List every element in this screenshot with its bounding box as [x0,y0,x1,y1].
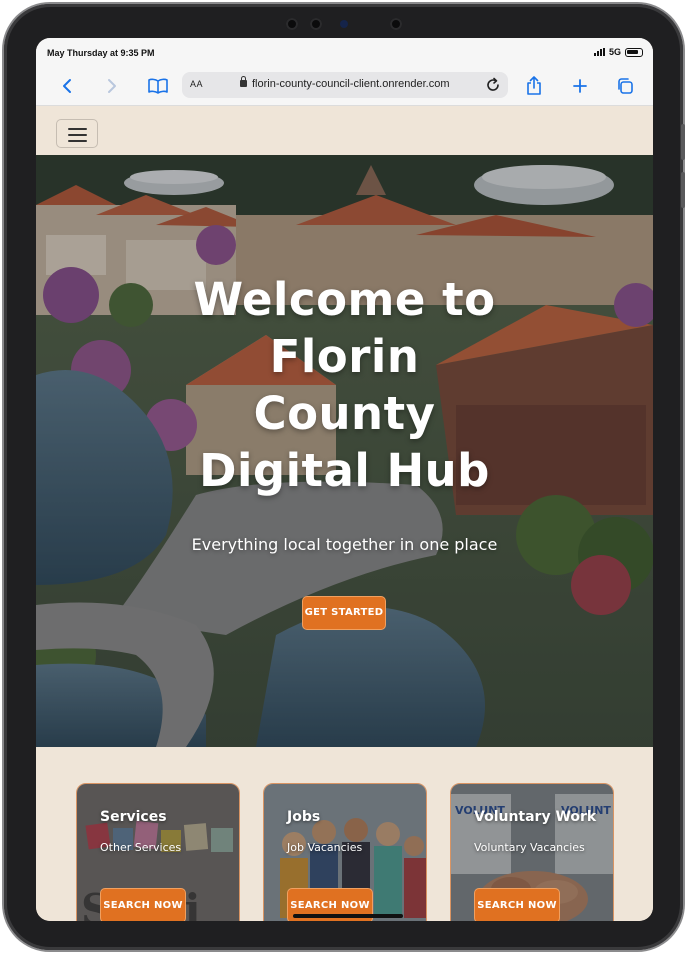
browser-toolbar: AA florin-county-council-client.onrender… [36,66,653,106]
card-jobs[interactable]: Jobs Job Vacancies SEARCH NOW [263,783,427,921]
text-size-button[interactable]: AA [190,79,203,89]
home-indicator[interactable] [293,914,403,918]
share-icon[interactable] [522,74,546,98]
network-label: 5G [608,47,621,57]
hero-title-line: Welcome to [193,273,496,326]
cards-section: Servi Services Other Services SEARCH NOW [36,747,653,921]
sensor-icon [390,18,402,30]
sensor-icon [310,18,322,30]
hero-title: Welcome to Florin County Digital Hub [36,271,653,499]
get-started-button[interactable]: GET STARTED [302,596,386,630]
search-now-button[interactable]: SEARCH NOW [100,888,186,921]
address-bar[interactable]: AA florin-county-council-client.onrender… [182,72,508,98]
bookmarks-icon[interactable] [146,74,170,98]
card-subtitle: Other Services [100,841,182,854]
status-bar: May Thursday at 9:35 PM 5G [36,38,653,66]
card-subtitle: Job Vacancies [287,841,363,854]
lock-icon [240,76,247,87]
volume-button [681,172,685,208]
card-services[interactable]: Servi Services Other Services SEARCH NOW [76,783,240,921]
signal-icon [593,48,605,56]
new-tab-icon[interactable] [568,74,592,98]
card-subtitle: Voluntary Vacancies [474,841,585,854]
card-title: Voluntary Work [474,809,597,825]
card-title: Services [100,809,167,825]
card-voluntary-work[interactable]: VOLUNT VOLUNT Voluntary Work Voluntary V… [450,783,614,921]
hero-subtitle: Everything local together in one place [191,535,498,554]
front-camera-icon [340,20,348,28]
camera-bar [284,15,414,33]
battery-icon [625,47,643,57]
forward-icon[interactable] [100,74,124,98]
hero-title-line: Digital Hub [199,444,490,497]
search-now-button[interactable]: SEARCH NOW [474,888,560,921]
sensor-icon [286,18,298,30]
status-indicators: 5G [593,47,643,57]
hamburger-menu-icon[interactable] [56,119,98,148]
hero-title-line: Florin [269,330,420,383]
status-time: May Thursday at 9:35 PM [47,48,155,58]
hero-title-line: County [253,387,436,440]
card-title: Jobs [287,809,321,825]
screen: May Thursday at 9:35 PM 5G AA florin-cou… [36,38,653,921]
site-navbar [36,106,653,155]
reload-icon[interactable] [484,76,502,94]
tabs-icon[interactable] [613,74,637,98]
volume-button [681,124,685,160]
url-text[interactable]: florin-county-council-client.onrender.co… [252,78,449,90]
back-icon[interactable] [55,74,79,98]
hero-section: Welcome to Florin County Digital Hub Eve… [36,155,653,747]
tablet-frame: May Thursday at 9:35 PM 5G AA florin-cou… [4,4,685,950]
